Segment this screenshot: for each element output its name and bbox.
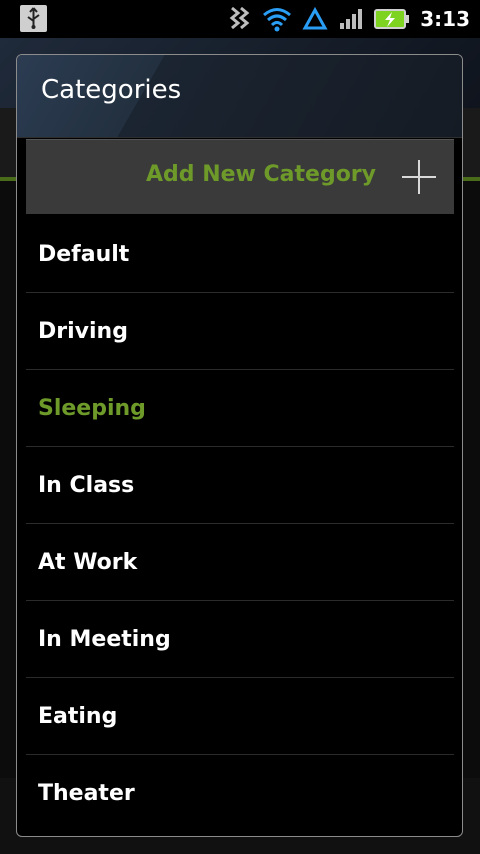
categories-dialog: Categories Add New Category Default Driv…	[16, 54, 463, 837]
add-new-category-button[interactable]: Add New Category	[26, 139, 454, 214]
signal-icon	[340, 9, 363, 29]
category-item-in-meeting[interactable]: In Meeting	[26, 601, 454, 678]
battery-charging-icon	[374, 9, 410, 29]
sync-icon	[229, 6, 250, 30]
category-item-default[interactable]: Default	[26, 216, 454, 293]
usb-icon	[20, 5, 47, 32]
dialog-title: Categories	[41, 75, 182, 105]
add-new-category-label: Add New Category	[146, 162, 376, 187]
wifi-icon	[263, 8, 292, 32]
category-item-in-class[interactable]: In Class	[26, 447, 454, 524]
plus-icon	[400, 158, 438, 196]
network-triangle-icon	[302, 7, 328, 30]
dialog-header: Categories	[17, 55, 462, 138]
status-icons: 3:13	[228, 0, 470, 38]
status-time: 3:13	[420, 7, 470, 31]
category-item-sleeping[interactable]: Sleeping	[26, 370, 454, 447]
category-item-theater[interactable]: Theater	[26, 755, 454, 832]
status-bar: 3:13	[0, 0, 480, 38]
category-item-driving[interactable]: Driving	[26, 293, 454, 370]
category-item-eating[interactable]: Eating	[26, 678, 454, 755]
category-list: Default Driving Sleeping In Class At Wor…	[26, 216, 454, 832]
category-item-at-work[interactable]: At Work	[26, 524, 454, 601]
